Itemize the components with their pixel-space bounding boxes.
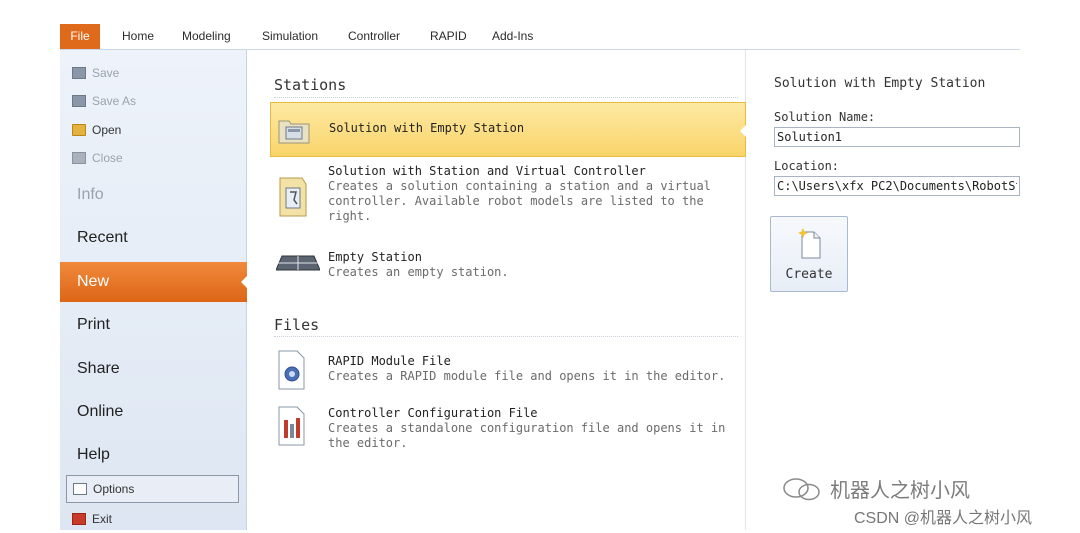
save-as-label: Save As — [92, 94, 137, 108]
station-item-empty[interactable]: Empty Station Creates an empty station. — [270, 242, 746, 286]
tab-add-ins[interactable]: Add-Ins — [486, 24, 539, 49]
watermark-brand-text: 机器人之树小风 — [830, 480, 970, 502]
folder-robot-icon — [279, 177, 307, 217]
ribbon-tab-bar: File Home Modeling Simulation Controller… — [60, 24, 1020, 50]
new-solution-panel: Solution with Empty Station Solution Nam… — [770, 50, 1020, 530]
save-button[interactable]: Save — [72, 62, 119, 84]
options-label: Options — [93, 482, 135, 496]
tab-file[interactable]: File — [60, 24, 100, 49]
station-item-title: Empty Station — [328, 250, 422, 264]
station-item-virtual-controller[interactable]: Solution with Station and Virtual Contro… — [270, 160, 746, 234]
solution-name-label: Solution Name: — [774, 110, 876, 124]
rapid-module-file-icon — [278, 350, 305, 390]
station-item-description: Creates a solution containing a station … — [328, 179, 711, 223]
backstage-item-print[interactable]: Print — [60, 305, 247, 345]
new-templates-list: Stations Solution with Empty Station Sol… — [248, 50, 746, 530]
save-icon — [72, 67, 86, 79]
solution-name-input[interactable] — [774, 127, 1020, 147]
tab-controller[interactable]: Controller — [342, 24, 406, 49]
exit-icon — [72, 513, 86, 525]
backstage-item-help[interactable]: Help — [60, 435, 247, 475]
tab-rapid[interactable]: RAPID — [424, 24, 473, 49]
location-input[interactable] — [774, 176, 1020, 196]
tab-modeling[interactable]: Modeling — [176, 24, 237, 49]
options-icon — [73, 483, 87, 495]
station-item-description: Creates an empty station. — [328, 265, 509, 279]
backstage-item-online[interactable]: Online — [60, 392, 247, 432]
wechat-icon — [783, 477, 820, 500]
save-as-button[interactable]: Save As — [72, 90, 136, 112]
exit-button[interactable]: Exit — [72, 508, 112, 530]
backstage-nav: Save Save As Open Close Info Recent New … — [60, 50, 247, 530]
folder-open-icon — [72, 124, 86, 136]
panel-title: Solution with Empty Station — [774, 76, 986, 91]
backstage-item-recent[interactable]: Recent — [60, 218, 247, 258]
stations-heading: Stations — [274, 76, 347, 94]
save-label: Save — [92, 66, 120, 80]
file-item-description: Creates a standalone configuration file … — [328, 421, 726, 450]
close-file-icon — [72, 152, 86, 164]
watermark-brand: 机器人之树小风 — [782, 474, 970, 503]
create-label: Create — [785, 267, 833, 282]
close-label: Close — [92, 151, 123, 165]
file-item-description: Creates a RAPID module file and opens it… — [328, 369, 726, 383]
backstage-item-share[interactable]: Share — [60, 349, 247, 389]
exit-label: Exit — [92, 512, 113, 526]
close-button[interactable]: Close — [72, 147, 123, 169]
new-document-icon — [798, 228, 821, 259]
files-divider — [274, 336, 738, 337]
file-item-title: RAPID Module File — [328, 354, 451, 368]
config-file-icon — [278, 406, 305, 446]
save-as-icon — [72, 95, 86, 107]
stations-divider — [274, 97, 738, 98]
open-label: Open — [92, 123, 122, 137]
tab-home[interactable]: Home — [116, 24, 160, 49]
file-item-controller-config[interactable]: Controller Configuration File Creates a … — [270, 400, 746, 460]
file-item-rapid-module[interactable]: RAPID Module File Creates a RAPID module… — [270, 346, 746, 394]
create-button[interactable]: Create — [770, 216, 848, 292]
file-item-title: Controller Configuration File — [328, 406, 538, 420]
files-heading: Files — [274, 316, 320, 334]
empty-station-icon — [276, 255, 320, 271]
backstage-item-new[interactable]: New — [60, 262, 247, 302]
location-label: Location: — [774, 159, 840, 173]
options-button[interactable]: Options — [66, 475, 239, 503]
watermark-csdn: CSDN @机器人之树小风 — [854, 510, 1033, 527]
solution-folder-icon — [278, 120, 310, 144]
station-item-empty-solution[interactable]: Solution with Empty Station — [270, 102, 746, 157]
tab-simulation[interactable]: Simulation — [256, 24, 324, 49]
station-item-title: Solution with Station and Virtual Contro… — [328, 164, 646, 178]
open-button[interactable]: Open — [72, 119, 121, 141]
backstage-item-info[interactable]: Info — [60, 175, 247, 215]
station-item-title: Solution with Empty Station — [329, 121, 525, 135]
